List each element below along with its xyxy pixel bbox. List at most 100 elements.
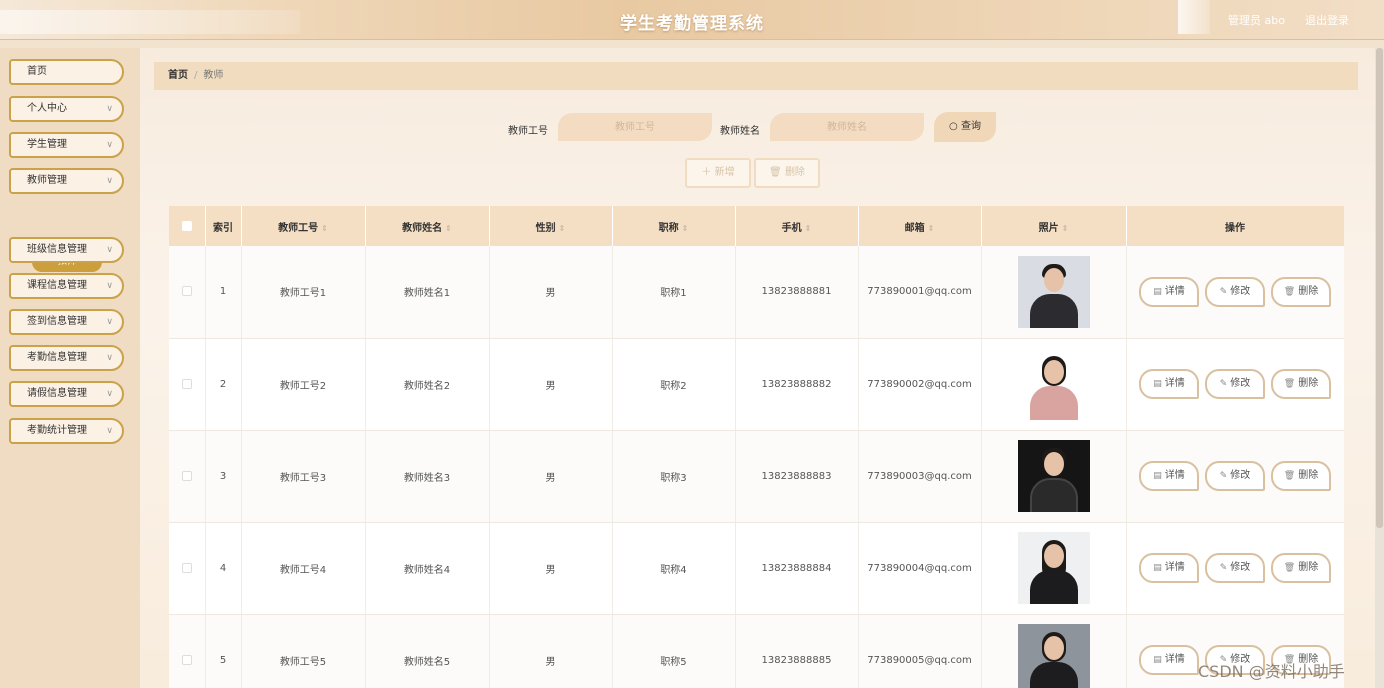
breadcrumb-home[interactable]: 首页 bbox=[168, 70, 188, 81]
edit-label: 修改 bbox=[1230, 378, 1251, 389]
row-select-cell[interactable] bbox=[169, 430, 206, 523]
cell-phone: 13823888884 bbox=[735, 522, 859, 615]
add-button[interactable]: ＋ 新增 bbox=[685, 158, 751, 188]
teacher-id-input[interactable] bbox=[558, 113, 712, 141]
delete-button[interactable]: 🗑 删除 bbox=[1271, 276, 1331, 307]
search-button[interactable]: ○ 查询 bbox=[934, 112, 996, 142]
cell-operations: ▤ 详情 ✎ 修改 🗑 删除 bbox=[1126, 522, 1344, 615]
table-row: 2 教师工号2 教师姓名2 男 职称2 13823888882 77389000… bbox=[169, 338, 1344, 431]
logout-link[interactable]: 退出登录 bbox=[1305, 12, 1349, 28]
column-header-teacher-id[interactable]: 教师工号 ⇕ bbox=[241, 206, 366, 246]
sort-icon[interactable]: ⇕ bbox=[682, 224, 689, 233]
column-header-phone[interactable]: 手机 ⇕ bbox=[735, 206, 859, 246]
delete-button[interactable]: 🗑 删除 bbox=[1271, 461, 1331, 491]
teacher-photo[interactable] bbox=[1017, 532, 1090, 604]
breadcrumb-current: 教师 bbox=[203, 70, 224, 81]
row-checkbox[interactable] bbox=[181, 562, 192, 573]
detail-button[interactable]: ▤ 详情 bbox=[1139, 369, 1199, 399]
select-all-cell[interactable] bbox=[169, 206, 206, 246]
photo-body bbox=[1029, 293, 1078, 328]
row-checkbox[interactable] bbox=[181, 286, 192, 297]
edit-label: 修改 bbox=[1230, 470, 1251, 481]
sidebar-item-attendance-stats[interactable]: 考勤统计管理 ∨ bbox=[9, 418, 124, 444]
sort-icon[interactable]: ⇕ bbox=[321, 224, 328, 233]
detail-button[interactable]: ▤ 详情 bbox=[1139, 553, 1199, 583]
sort-icon[interactable]: ⇕ bbox=[445, 224, 452, 233]
document-icon: ▤ bbox=[1153, 655, 1162, 665]
edit-button[interactable]: ✎ 修改 bbox=[1205, 553, 1265, 583]
sidebar-item-attendance-info[interactable]: 考勤信息管理 ∨ bbox=[9, 345, 124, 371]
cell-gender: 男 bbox=[489, 246, 613, 339]
chevron-down-icon: ∨ bbox=[106, 104, 113, 114]
delete-button[interactable]: 🗑 删除 bbox=[1271, 553, 1331, 583]
column-header-email[interactable]: 邮箱 ⇕ bbox=[858, 206, 982, 246]
detail-label: 详情 bbox=[1164, 285, 1185, 297]
cell-teacher-id: 教师工号3 bbox=[241, 430, 366, 523]
detail-button[interactable]: ▤ 详情 bbox=[1139, 276, 1199, 307]
delete-button[interactable]: 🗑 删除 bbox=[1271, 369, 1331, 399]
photo-head bbox=[1043, 544, 1064, 568]
column-header-teacher-name[interactable]: 教师姓名 ⇕ bbox=[365, 206, 490, 246]
sidebar-item-label: 请假信息管理 bbox=[27, 388, 87, 399]
header-label: 索引 bbox=[213, 222, 233, 234]
detail-button[interactable]: ▤ 详情 bbox=[1139, 645, 1199, 675]
row-select-cell[interactable] bbox=[169, 522, 206, 615]
sidebar-item-teacher-management[interactable]: 教师管理 ∨ bbox=[9, 168, 124, 194]
sidebar-item-label: 学生管理 bbox=[27, 139, 67, 150]
sidebar-item-class-info[interactable]: 班级信息管理 ∨ bbox=[9, 237, 124, 263]
sidebar-item-signin-info[interactable]: 签到信息管理 ∨ bbox=[9, 309, 124, 335]
detail-button[interactable]: ▤ 详情 bbox=[1139, 461, 1199, 491]
add-button-label: 新增 bbox=[714, 167, 735, 178]
cell-photo bbox=[981, 246, 1127, 339]
edit-button[interactable]: ✎ 修改 bbox=[1205, 461, 1265, 491]
edit-label: 修改 bbox=[1230, 562, 1251, 573]
trash-icon: 🗑 bbox=[1283, 471, 1296, 481]
teacher-name-input[interactable] bbox=[770, 113, 924, 141]
delete-label: 删除 bbox=[1298, 470, 1319, 481]
header-label: 教师工号 bbox=[278, 222, 319, 234]
sort-icon[interactable]: ⇕ bbox=[805, 224, 812, 233]
chevron-down-icon: ∨ bbox=[106, 426, 113, 436]
row-checkbox[interactable] bbox=[181, 654, 192, 665]
edit-button[interactable]: ✎ 修改 bbox=[1205, 369, 1265, 399]
sidebar-item-label: 首页 bbox=[27, 66, 47, 77]
sidebar-item-leave-info[interactable]: 请假信息管理 ∨ bbox=[9, 381, 124, 407]
sort-icon[interactable]: ⇕ bbox=[928, 224, 935, 233]
column-header-photo[interactable]: 照片 ⇕ bbox=[981, 206, 1127, 246]
teacher-photo[interactable] bbox=[1017, 348, 1090, 420]
row-select-cell[interactable] bbox=[169, 338, 206, 431]
bulk-delete-button[interactable]: 🗑 删除 bbox=[754, 158, 820, 188]
sort-icon[interactable]: ⇕ bbox=[559, 224, 566, 233]
photo-head bbox=[1043, 267, 1064, 292]
sidebar-item-label: 个人中心 bbox=[27, 103, 67, 114]
teacher-id-label: 教师工号 bbox=[508, 126, 548, 137]
sidebar-item-student-management[interactable]: 学生管理 ∨ bbox=[9, 132, 124, 158]
page-scrollbar[interactable] bbox=[1375, 48, 1384, 688]
sidebar-item-home[interactable]: 首页 bbox=[9, 59, 124, 85]
sidebar-item-personal-center[interactable]: 个人中心 ∨ bbox=[9, 96, 124, 122]
column-header-title[interactable]: 职称 ⇕ bbox=[612, 206, 736, 246]
photo-body bbox=[1029, 662, 1078, 688]
delete-label: 删除 bbox=[1298, 562, 1319, 573]
photo-body bbox=[1029, 478, 1078, 512]
row-checkbox[interactable] bbox=[181, 470, 192, 481]
detail-label: 详情 bbox=[1164, 470, 1185, 481]
scrollbar-thumb[interactable] bbox=[1376, 48, 1383, 528]
document-icon: ▤ bbox=[1153, 379, 1162, 389]
row-select-cell[interactable] bbox=[169, 614, 206, 688]
trash-icon: 🗑 bbox=[1283, 563, 1296, 573]
sort-icon[interactable]: ⇕ bbox=[1062, 224, 1069, 233]
row-select-cell[interactable] bbox=[169, 246, 206, 339]
row-checkbox[interactable] bbox=[181, 378, 192, 389]
teacher-photo[interactable] bbox=[1017, 440, 1090, 512]
cell-photo bbox=[981, 338, 1127, 431]
teacher-photo[interactable] bbox=[1017, 624, 1090, 688]
select-all-checkbox[interactable] bbox=[181, 220, 192, 231]
edit-button[interactable]: ✎ 修改 bbox=[1205, 276, 1265, 307]
column-header-gender[interactable]: 性别 ⇕ bbox=[489, 206, 613, 246]
teacher-photo[interactable] bbox=[1017, 255, 1090, 328]
cell-teacher-id: 教师工号2 bbox=[241, 338, 366, 431]
current-user: 管理员 abo bbox=[1228, 14, 1285, 27]
sidebar-item-course-info[interactable]: 课程信息管理 ∨ bbox=[9, 273, 124, 299]
teacher-name-label: 教师姓名 bbox=[720, 126, 760, 137]
